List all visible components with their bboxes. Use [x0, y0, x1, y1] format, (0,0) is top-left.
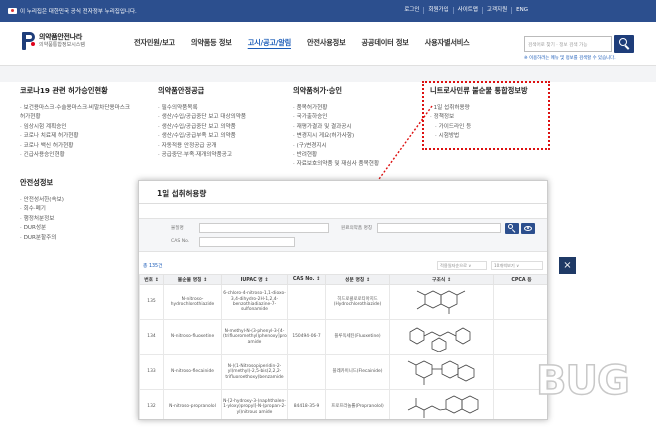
- col-header-structure[interactable]: 구조식 ↕: [389, 274, 494, 285]
- cell-impurity: N-nitroso-propranolol: [163, 389, 222, 419]
- cas-input[interactable]: [199, 237, 295, 247]
- cell-impurity: N-nitroso-flecainide: [163, 354, 222, 390]
- cell-iupac: N-((1-Nitrosopiperidin-2-yl)methyl)-2,5-…: [221, 354, 288, 390]
- filter-search-button[interactable]: [505, 222, 519, 234]
- cell-no: 133: [139, 354, 164, 390]
- ingredient-input[interactable]: [377, 223, 501, 233]
- modal-title: 1일 섭취허용량: [157, 189, 207, 198]
- cell-ingredient: 플레카이니드(Flecainide): [325, 354, 390, 390]
- structure-image: [416, 290, 465, 314]
- cell-ingredient: 플루옥세틴(Fluoxetine): [325, 319, 390, 355]
- cell-structure: [389, 319, 494, 355]
- cell-structure: [389, 354, 494, 390]
- structure-image: [407, 360, 474, 385]
- table-row[interactable]: 135 N-nitroso-hydrochlorothiazide 6-chlo…: [139, 284, 547, 320]
- table-row[interactable]: 134 N-nitroso-fluoxetine N-methyl-N-(3-p…: [139, 319, 547, 355]
- col-header-impurity[interactable]: 불순물 명칭 ↕: [163, 274, 222, 285]
- col-header-no[interactable]: 번호 ↕: [139, 274, 164, 285]
- modal-close-button[interactable]: ×: [559, 257, 576, 274]
- per-page-select[interactable]: 10개씩보기 ∨: [491, 261, 543, 270]
- cell-no: 135: [139, 284, 164, 320]
- structure-image: [409, 327, 470, 352]
- table-row[interactable]: 133 N-nitroso-flecainide N-((1-Nitrosopi…: [139, 354, 547, 390]
- bug-watermark: BUG: [528, 352, 646, 412]
- col-header-cas[interactable]: CAS No. ↕: [287, 274, 326, 285]
- cell-ingredient: 히드로클로로티아지드(Hydrochlorothiazide): [325, 284, 390, 320]
- cell-iupac: N-[2-hydroxy-3-(naphthalen-1-yloxy)propy…: [221, 389, 288, 419]
- col-header-iupac[interactable]: IUPAC 명 ↕: [221, 274, 288, 285]
- cell-cas: [287, 354, 326, 390]
- cell-no: 134: [139, 319, 164, 355]
- cell-ingredient: 프로프라놀롤(Propranolol): [325, 389, 390, 419]
- cell-structure: [389, 284, 494, 320]
- structure-image: [407, 395, 478, 418]
- list-toolbar: 총 135건 적용일자순으로 ∨ 10개씩보기 ∨: [139, 261, 547, 271]
- table-row[interactable]: 132 N-nitroso-propranolol N-[2-hydroxy-3…: [139, 389, 547, 419]
- col-header-ingredient[interactable]: 성분 명칭 ↕: [325, 274, 390, 285]
- cell-cpca: [493, 284, 547, 320]
- cell-cas: [287, 284, 326, 320]
- table-header-row: 번호 ↕ 불순물 명칭 ↕ IUPAC 명 ↕ CAS No. ↕ 성분 명칭 …: [139, 274, 547, 285]
- cell-cas: 150494-06-7: [287, 319, 326, 355]
- cell-no: 132: [139, 389, 164, 419]
- cell-structure: [389, 389, 494, 419]
- cell-impurity: N-nitroso-hydrochlorothiazide: [163, 284, 222, 320]
- cell-iupac: N-methyl-N-(3-phenyl-3-[4-(trifluorometh…: [221, 319, 288, 355]
- daily-intake-modal: 1일 섭취허용량 물질명 CAS No. 원료의약품 명칭 총 135건 적용일…: [138, 180, 548, 420]
- cell-cpca: [493, 319, 547, 355]
- filter-label-name: 물질명: [171, 226, 184, 231]
- filter-view-button[interactable]: [521, 222, 535, 234]
- watermark-text: BUG: [535, 357, 630, 405]
- col-header-cpca[interactable]: CPCA 등: [493, 274, 547, 285]
- page: 이 누리집은 대한민국 공식 전자정부 누리집입니다. 로그인 회원가입 사이트…: [0, 0, 656, 430]
- cell-impurity: N-nitroso-fluoxetine: [163, 319, 222, 355]
- filter-panel: 물질명 CAS No. 원료의약품 명칭: [139, 218, 547, 252]
- cell-cas: 84418-35-9: [287, 389, 326, 419]
- sort-select[interactable]: 적용일자순으로 ∨: [437, 261, 487, 270]
- cell-iupac: 6-chloro-4-nitroso-1,1-dioxo-3,4-dihydro…: [221, 284, 288, 320]
- intake-table: 번호 ↕ 불순물 명칭 ↕ IUPAC 명 ↕ CAS No. ↕ 성분 명칭 …: [139, 274, 547, 419]
- total-count: 총 135건: [143, 264, 163, 269]
- name-input[interactable]: [199, 223, 329, 233]
- filter-label-cas: CAS No.: [171, 239, 190, 244]
- filter-label-ingredient: 원료의약품 명칭: [341, 226, 373, 231]
